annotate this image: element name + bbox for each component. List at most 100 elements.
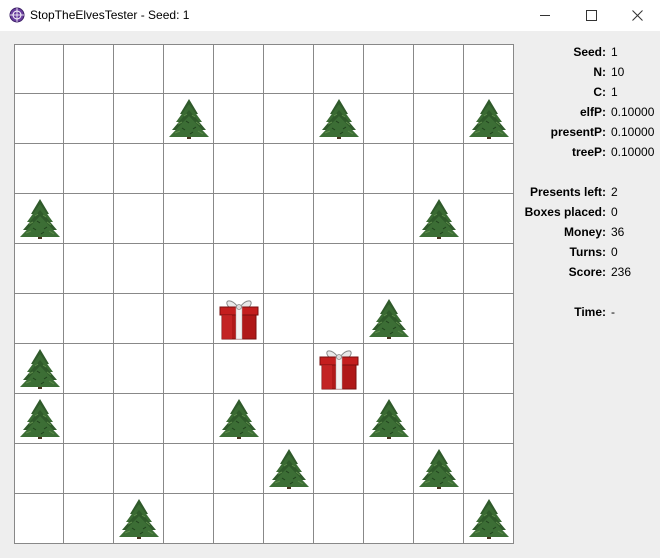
board-cell-empty[interactable]	[114, 444, 164, 494]
board-cell-empty[interactable]	[14, 444, 64, 494]
board-cell-empty[interactable]	[314, 444, 364, 494]
board-cell-tree[interactable]	[14, 194, 64, 244]
board-cell-tree[interactable]	[314, 94, 364, 144]
board-cell-tree[interactable]	[414, 444, 464, 494]
board-cell-tree[interactable]	[214, 394, 264, 444]
board-cell-empty[interactable]	[64, 194, 114, 244]
board-cell-empty[interactable]	[64, 394, 114, 444]
board-cell-empty[interactable]	[414, 94, 464, 144]
board-cell-empty[interactable]	[64, 444, 114, 494]
board-cell-empty[interactable]	[114, 294, 164, 344]
board-cell-empty[interactable]	[214, 144, 264, 194]
board-cell-empty[interactable]	[264, 244, 314, 294]
board-cell-empty[interactable]	[214, 444, 264, 494]
board-cell-tree[interactable]	[14, 344, 64, 394]
close-button[interactable]	[614, 0, 660, 31]
board-cell-empty[interactable]	[64, 44, 114, 94]
board-cell-empty[interactable]	[14, 44, 64, 94]
board-cell-empty[interactable]	[64, 244, 114, 294]
board-cell-empty[interactable]	[264, 344, 314, 394]
game-board[interactable]	[14, 44, 514, 544]
board-cell-empty[interactable]	[314, 394, 364, 444]
board-cell-empty[interactable]	[464, 144, 514, 194]
board-cell-empty[interactable]	[464, 294, 514, 344]
board-cell-empty[interactable]	[264, 294, 314, 344]
board-cell-empty[interactable]	[164, 244, 214, 294]
board-cell-empty[interactable]	[364, 194, 414, 244]
board-cell-empty[interactable]	[264, 144, 314, 194]
board-cell-empty[interactable]	[64, 344, 114, 394]
board-cell-empty[interactable]	[114, 344, 164, 394]
board-cell-empty[interactable]	[164, 394, 214, 444]
board-cell-empty[interactable]	[164, 444, 214, 494]
board-cell-empty[interactable]	[264, 494, 314, 544]
board-cell-empty[interactable]	[14, 94, 64, 144]
board-cell-tree[interactable]	[164, 94, 214, 144]
board-cell-empty[interactable]	[414, 44, 464, 94]
board-cell-empty[interactable]	[464, 344, 514, 394]
board-cell-empty[interactable]	[114, 194, 164, 244]
board-cell-empty[interactable]	[364, 344, 414, 394]
board-cell-empty[interactable]	[164, 294, 214, 344]
board-cell-tree[interactable]	[364, 294, 414, 344]
board-cell-empty[interactable]	[214, 344, 264, 394]
board-cell-empty[interactable]	[64, 494, 114, 544]
board-cell-empty[interactable]	[64, 94, 114, 144]
board-cell-empty[interactable]	[314, 194, 364, 244]
board-cell-empty[interactable]	[114, 394, 164, 444]
board-cell-empty[interactable]	[264, 94, 314, 144]
board-cell-empty[interactable]	[464, 194, 514, 244]
board-cell-tree[interactable]	[464, 494, 514, 544]
board-cell-empty[interactable]	[314, 244, 364, 294]
board-cell-present[interactable]	[214, 294, 264, 344]
board-cell-empty[interactable]	[364, 144, 414, 194]
board-cell-empty[interactable]	[314, 494, 364, 544]
board-cell-empty[interactable]	[164, 344, 214, 394]
board-cell-tree[interactable]	[414, 194, 464, 244]
board-cell-empty[interactable]	[364, 244, 414, 294]
board-cell-tree[interactable]	[114, 494, 164, 544]
board-cell-empty[interactable]	[414, 344, 464, 394]
board-cell-empty[interactable]	[214, 44, 264, 94]
board-cell-empty[interactable]	[364, 494, 414, 544]
board-cell-empty[interactable]	[414, 244, 464, 294]
board-cell-empty[interactable]	[464, 394, 514, 444]
board-cell-empty[interactable]	[414, 144, 464, 194]
board-cell-empty[interactable]	[164, 494, 214, 544]
board-cell-empty[interactable]	[214, 494, 264, 544]
board-cell-empty[interactable]	[314, 44, 364, 94]
board-cell-empty[interactable]	[314, 144, 364, 194]
board-cell-empty[interactable]	[264, 394, 314, 444]
board-cell-empty[interactable]	[14, 144, 64, 194]
board-cell-empty[interactable]	[464, 244, 514, 294]
board-cell-empty[interactable]	[214, 94, 264, 144]
board-cell-empty[interactable]	[264, 44, 314, 94]
board-cell-tree[interactable]	[264, 444, 314, 494]
minimize-button[interactable]	[522, 0, 568, 31]
board-cell-empty[interactable]	[164, 144, 214, 194]
board-cell-present[interactable]	[314, 344, 364, 394]
board-cell-empty[interactable]	[414, 494, 464, 544]
maximize-button[interactable]	[568, 0, 614, 31]
board-cell-empty[interactable]	[464, 444, 514, 494]
board-cell-empty[interactable]	[164, 44, 214, 94]
board-cell-tree[interactable]	[364, 394, 414, 444]
board-cell-empty[interactable]	[114, 44, 164, 94]
board-cell-empty[interactable]	[114, 244, 164, 294]
board-cell-empty[interactable]	[414, 394, 464, 444]
board-cell-empty[interactable]	[114, 144, 164, 194]
board-cell-empty[interactable]	[64, 144, 114, 194]
board-cell-empty[interactable]	[264, 194, 314, 244]
board-cell-empty[interactable]	[214, 244, 264, 294]
board-cell-empty[interactable]	[364, 444, 414, 494]
board-cell-empty[interactable]	[164, 194, 214, 244]
board-cell-empty[interactable]	[14, 244, 64, 294]
board-cell-tree[interactable]	[464, 94, 514, 144]
board-cell-empty[interactable]	[64, 294, 114, 344]
board-cell-empty[interactable]	[114, 94, 164, 144]
board-cell-empty[interactable]	[14, 294, 64, 344]
board-cell-empty[interactable]	[314, 294, 364, 344]
board-cell-empty[interactable]	[214, 194, 264, 244]
board-cell-empty[interactable]	[464, 44, 514, 94]
board-cell-empty[interactable]	[14, 494, 64, 544]
